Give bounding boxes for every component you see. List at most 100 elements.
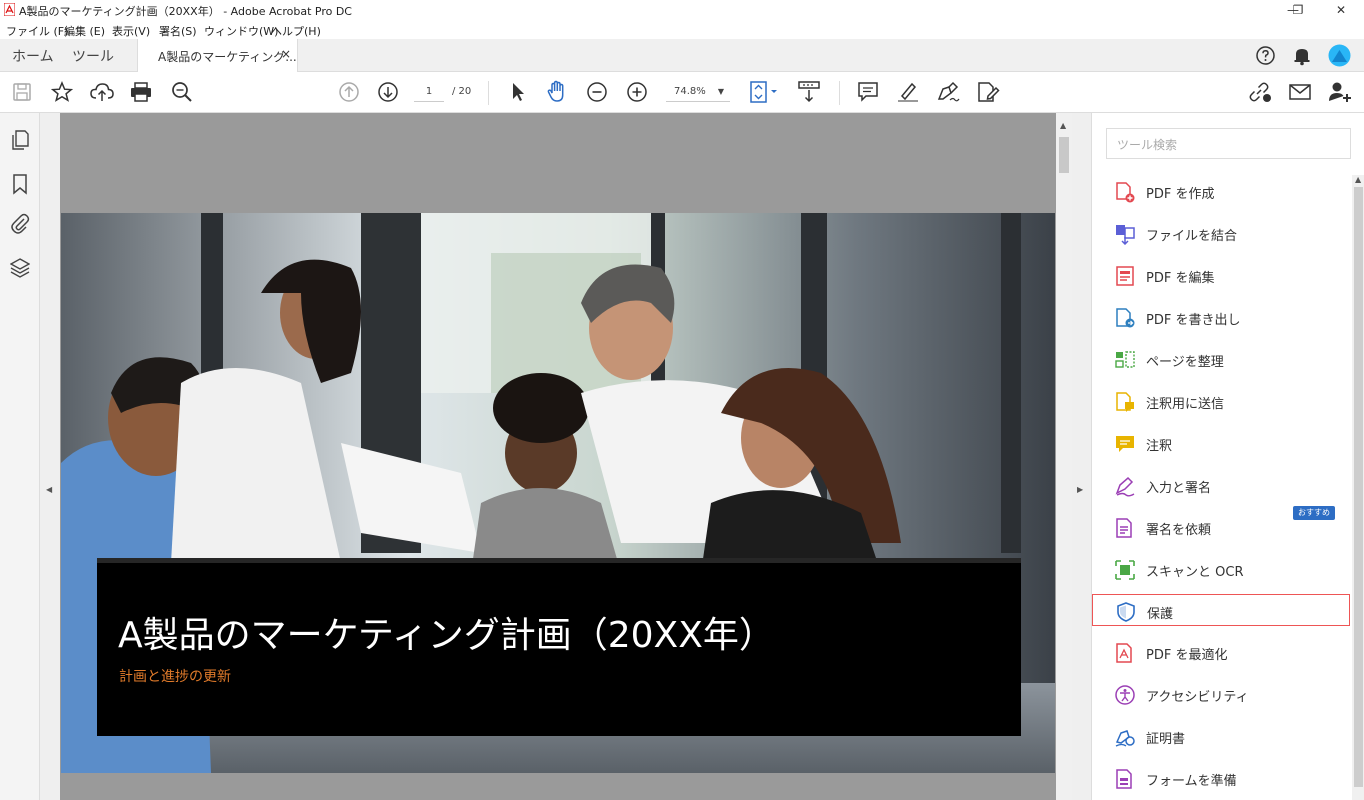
menu-help[interactable]: ヘルプ(H) [271, 23, 321, 39]
avatar[interactable] [1328, 44, 1351, 67]
upload-cloud-icon[interactable] [90, 81, 114, 103]
collapse-right-pane-button[interactable]: ▶ [1072, 113, 1091, 800]
tool-optimize-pdf[interactable]: PDF を最適化 [1092, 636, 1350, 668]
tool-label: スキャンと OCR [1146, 565, 1244, 580]
comment-icon[interactable] [857, 81, 879, 103]
tools-pane: ツール検索 PDF を作成 ファイルを結合 PDF を編集 PDF を書き出し … [1091, 113, 1364, 800]
comment-icon [1116, 436, 1134, 452]
scrollbar-thumb[interactable] [1059, 137, 1069, 173]
tool-scan-ocr[interactable]: スキャンと OCR [1092, 553, 1350, 585]
tool-search-input[interactable]: ツール検索 [1106, 128, 1351, 159]
tool-label: ページを整理 [1146, 355, 1224, 370]
edit-document-icon[interactable] [976, 80, 1000, 104]
protect-icon [1117, 602, 1135, 622]
tool-label: 保護 [1147, 607, 1174, 622]
tool-label: ファイルを結合 [1146, 229, 1238, 244]
title-bar: A製品のマーケティング計画（20XX年） - Adobe Acrobat Pro… [0, 0, 1364, 20]
fit-page-icon[interactable] [748, 80, 780, 104]
menu-file[interactable]: ファイル (F) [6, 23, 68, 39]
tool-label: PDF を書き出し [1146, 313, 1241, 328]
tool-label: アクセシビリティ [1146, 690, 1249, 705]
menu-sign[interactable]: 署名(S) [159, 23, 197, 39]
fill-sign-icon [1115, 476, 1135, 497]
tool-combine-files[interactable]: ファイルを結合 [1092, 217, 1350, 249]
organize-pages-icon [1115, 351, 1135, 368]
chevron-down-icon: ▼ [717, 87, 724, 96]
tool-accessibility[interactable]: アクセシビリティ [1092, 678, 1350, 710]
chevron-right-icon: ▶ [1077, 485, 1084, 494]
tool-comment[interactable]: 注釈 [1092, 427, 1350, 459]
notification-bell-icon[interactable] [1292, 45, 1312, 66]
window-title: A製品のマーケティング計画（20XX年） - Adobe Acrobat Pro… [19, 5, 352, 18]
scrollbar-thumb[interactable] [1354, 187, 1363, 787]
search-zoom-icon[interactable] [171, 81, 193, 103]
email-icon[interactable] [1288, 82, 1312, 102]
zoom-level-select[interactable]: 74.8% ▼ [666, 82, 730, 102]
close-window-button[interactable]: ✕ [1318, 0, 1364, 20]
tool-organize-pages[interactable]: ページを整理 [1092, 343, 1350, 375]
print-icon[interactable] [130, 81, 152, 103]
recommended-badge: おすすめ [1293, 506, 1335, 520]
help-icon[interactable] [1255, 45, 1276, 66]
toolbar-divider [839, 81, 840, 105]
tool-fill-sign[interactable]: 入力と署名 [1092, 469, 1350, 501]
send-for-comments-icon [1116, 392, 1134, 412]
add-user-icon[interactable] [1327, 80, 1353, 104]
menu-view[interactable]: 表示(V) [112, 23, 150, 39]
menu-window[interactable]: ウィンドウ(W) [204, 23, 278, 39]
share-link-icon[interactable] [1248, 81, 1272, 103]
tab-tools[interactable]: ツール [72, 46, 114, 66]
tool-send-for-comments[interactable]: 注釈用に送信 [1092, 385, 1350, 417]
attachments-icon[interactable] [10, 213, 30, 235]
document-scrollbar[interactable]: ▲ [1056, 113, 1072, 800]
menu-edit[interactable]: 編集 (E) [64, 23, 105, 39]
tools-pane-scrollbar[interactable]: ▲ [1352, 175, 1364, 800]
document-view[interactable]: A製品のマーケティング計画（20XX年） 計画と進捗の更新 [60, 113, 1056, 800]
bookmark-star-icon[interactable] [51, 81, 73, 103]
prepare-form-icon [1116, 769, 1132, 789]
tool-label: PDF を編集 [1146, 271, 1215, 286]
zoom-in-icon[interactable] [626, 81, 648, 103]
next-page-icon[interactable] [377, 81, 399, 103]
sign-pen-icon[interactable] [936, 81, 960, 103]
chevron-left-icon: ◀ [46, 485, 53, 494]
hand-tool-icon[interactable] [546, 80, 568, 104]
select-cursor-icon[interactable] [508, 81, 528, 103]
tool-label: 入力と署名 [1146, 481, 1212, 496]
tab-home[interactable]: ホーム [12, 46, 54, 66]
tool-label: 注釈 [1146, 439, 1173, 454]
scan-ocr-icon [1115, 560, 1135, 580]
bookmarks-icon[interactable] [10, 173, 30, 195]
collapse-left-pane-button[interactable]: ◀ [40, 113, 60, 800]
page-total: / 20 [452, 86, 472, 97]
scroll-up-icon[interactable]: ▲ [1355, 175, 1361, 184]
scroll-mode-icon[interactable] [798, 80, 820, 104]
tab-document[interactable]: A製品のマーケティング... × [137, 39, 298, 72]
zoom-out-icon[interactable] [586, 81, 608, 103]
menu-bar: ファイル (F) 編集 (E) 表示(V) 署名(S) ウィンドウ(W) ヘルプ… [0, 20, 1364, 39]
tool-export-pdf[interactable]: PDF を書き出し [1092, 301, 1350, 333]
tool-edit-pdf[interactable]: PDF を編集 [1092, 259, 1350, 291]
optimize-pdf-icon [1116, 643, 1132, 663]
toolbar-divider [488, 81, 489, 105]
tool-certificates[interactable]: 証明書 [1092, 720, 1350, 752]
page-number-input[interactable]: 1 [414, 82, 444, 102]
page-thumbnails-icon[interactable] [10, 129, 30, 151]
tool-protect[interactable]: 保護 [1092, 594, 1350, 626]
edit-pdf-icon [1116, 266, 1134, 286]
close-tab-icon[interactable]: × [281, 47, 291, 61]
tool-label: フォームを準備 [1146, 774, 1237, 789]
restore-button[interactable]: ❐ [1275, 0, 1321, 20]
layers-icon[interactable] [10, 257, 30, 279]
tool-prepare-form[interactable]: フォームを準備 [1092, 762, 1350, 794]
tool-label: PDF を作成 [1146, 187, 1215, 202]
tool-label: PDF を最適化 [1146, 648, 1228, 663]
scroll-up-icon[interactable]: ▲ [1060, 121, 1066, 130]
previous-page-icon[interactable] [338, 81, 360, 103]
combine-files-icon [1116, 225, 1135, 245]
highlight-pen-icon[interactable] [897, 81, 919, 103]
save-icon[interactable] [12, 82, 32, 102]
tool-create-pdf[interactable]: PDF を作成 [1092, 175, 1350, 207]
tool-label: 署名を依頼 [1146, 523, 1212, 538]
export-pdf-icon [1116, 308, 1135, 328]
